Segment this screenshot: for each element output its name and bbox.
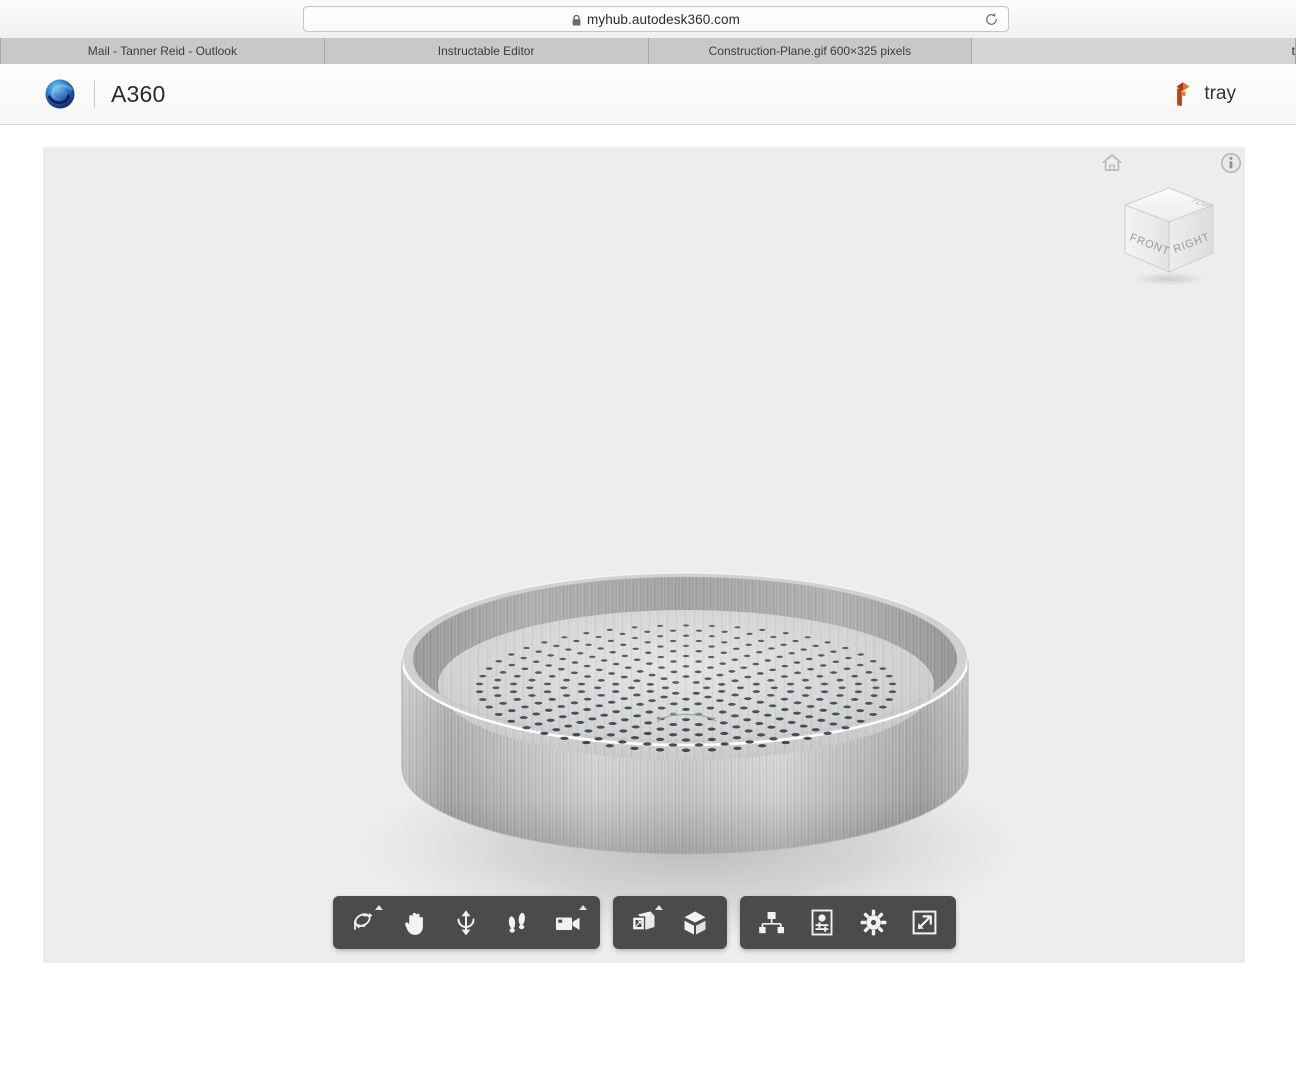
home-icon[interactable] (1099, 150, 1125, 176)
reload-icon[interactable] (982, 10, 1000, 28)
browser-tab-bar: Mail - Tanner Reid - Outlook Instructabl… (0, 38, 1296, 64)
model-browser-tool[interactable] (746, 899, 797, 946)
camera-tool[interactable] (543, 899, 594, 946)
browser-tab-3[interactable]: t (972, 38, 1296, 64)
browser-chrome: myhub.autodesk360.com (0, 0, 1296, 38)
zoom-tool[interactable] (441, 899, 492, 946)
section-analysis-tool[interactable] (619, 899, 670, 946)
brand-divider (94, 80, 95, 108)
properties-tool[interactable] (797, 899, 848, 946)
explode-tool[interactable] (670, 899, 721, 946)
fullscreen-icon (912, 910, 936, 935)
section-group (612, 896, 727, 949)
orbit-tool[interactable] (339, 899, 390, 946)
navigation-group (332, 896, 600, 949)
settings-tool[interactable] (848, 899, 899, 946)
fusion360-icon (1170, 81, 1192, 107)
gear-icon (860, 909, 886, 936)
browser-tab-0[interactable]: Mail - Tanner Reid - Outlook (0, 38, 325, 64)
tab-label: Construction-Plane.gif 600×325 pixels (708, 44, 912, 58)
app-header: A360 tray (0, 64, 1296, 125)
camera-icon (556, 917, 580, 930)
lock-icon (572, 14, 581, 25)
section-box-icon (631, 910, 655, 931)
model-tree-icon (758, 911, 784, 933)
url-text-wrap: myhub.autodesk360.com (572, 12, 740, 27)
hand-icon (404, 912, 423, 935)
tab-label: t (1291, 44, 1295, 58)
view-cube[interactable]: TOP FRONT RIGHT (1113, 180, 1225, 288)
orbit-icon (354, 912, 373, 930)
address-bar[interactable]: myhub.autodesk360.com (303, 6, 1009, 32)
panels-group (739, 896, 956, 949)
document-title: tray (1204, 83, 1236, 104)
camera-dropdown-caret[interactable] (578, 905, 587, 910)
properties-icon (811, 909, 833, 936)
info-icon[interactable] (1218, 150, 1244, 176)
pan-tool[interactable] (390, 899, 441, 946)
model-viewport[interactable]: TOP FRONT RIGHT (43, 147, 1245, 963)
section-dropdown-caret[interactable] (654, 905, 663, 910)
browser-tab-1[interactable]: Instructable Editor (324, 38, 649, 64)
tab-label: Instructable Editor (437, 44, 535, 58)
brand-name: A360 (111, 80, 166, 107)
perforated-tray-model (361, 572, 1021, 943)
url-text: myhub.autodesk360.com (587, 11, 740, 27)
a360-logo-icon (44, 78, 76, 110)
walk-tool[interactable] (492, 899, 543, 946)
tab-label: Mail - Tanner Reid - Outlook (87, 44, 237, 58)
fullscreen-tool[interactable] (899, 899, 950, 946)
browser-tab-2[interactable]: Construction-Plane.gif 600×325 pixels (648, 38, 973, 64)
brand-area[interactable]: A360 (44, 78, 166, 110)
explode-cube-icon (684, 911, 706, 934)
zoom-icon (457, 909, 475, 935)
document-info[interactable]: tray (1170, 81, 1236, 107)
footprints-icon (508, 912, 525, 933)
model-stage (43, 147, 1245, 963)
orbit-dropdown-caret[interactable] (374, 905, 383, 910)
